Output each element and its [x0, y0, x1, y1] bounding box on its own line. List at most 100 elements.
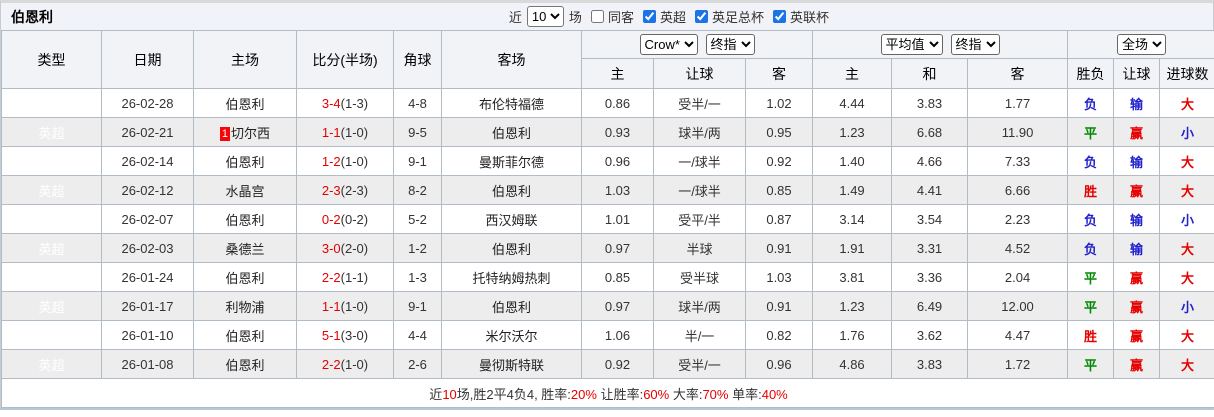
avg-away-cell: 7.33 [967, 146, 1069, 176]
avg-draw-cell: 3.83 [891, 349, 969, 379]
goals-result-cell: 大 [1159, 349, 1214, 379]
halftime-score: (2-0) [340, 240, 369, 256]
avg-away-cell: 1.77 [967, 88, 1069, 118]
avg-draw-cell: 4.66 [891, 146, 969, 176]
odds-home-cell: 0.86 [581, 88, 654, 118]
odds-away-cell: 0.96 [744, 349, 814, 379]
avg-home-cell: 1.23 [812, 291, 893, 321]
team-title: 伯恩利 [11, 8, 53, 25]
same-venue-label: 同客 [607, 10, 634, 25]
home-cell: 伯恩利 [193, 349, 297, 379]
away-cell: 托特纳姆热刺 [441, 262, 582, 292]
odds-handicap-cell: 半球 [653, 233, 746, 263]
away-team-name: 布伦特福德 [478, 96, 544, 112]
summary-bar: 近10场,胜2平4负4, 胜率:20% 让胜率:60% 大率:70% 单率:40… [0, 378, 1214, 408]
league-facup-checkbox[interactable] [694, 10, 708, 23]
goals-result-cell: 大 [1159, 262, 1214, 292]
outcome-cell: 负 [1067, 204, 1115, 234]
odds-away-cell: 1.02 [744, 88, 814, 118]
summary-segment: 20% [570, 386, 597, 402]
score-cell: 1-1(1-0) [296, 117, 394, 147]
odds-away-cell: 0.91 [744, 233, 814, 263]
goals-result-cell: 大 [1159, 146, 1214, 176]
league-facup-label: 英足总杯 [711, 10, 764, 25]
fulltime-score: 1-2 [321, 153, 341, 169]
date-cell: 26-02-28 [101, 88, 194, 118]
date-cell: 26-01-08 [101, 349, 194, 379]
home-cell: 桑德兰 [193, 233, 297, 263]
home-rank-badge: 1 [219, 126, 231, 141]
table-row: 英超 26-02-21 1 切尔西 1-1(1-0) 9-5 伯恩利 0.93 球… [1, 117, 1214, 147]
odds-handicap-cell: 一/球半 [653, 146, 746, 176]
bookmaker-select[interactable]: Crow* [639, 34, 698, 55]
league-epl-label: 英超 [659, 10, 686, 25]
away-team-name: 曼斯菲尔德 [478, 154, 544, 170]
avg-home-cell: 1.76 [812, 320, 893, 350]
away-team-name: 托特纳姆热刺 [472, 270, 551, 286]
away-cell: 布伦特福德 [441, 88, 582, 118]
avg-home-cell: 4.44 [812, 88, 893, 118]
avg-away-cell: 1.72 [967, 349, 1069, 379]
avg-draw-cell: 6.68 [891, 117, 969, 147]
score-cell: 3-4(1-3) [296, 88, 394, 118]
col-header-odds-handicap: 让球 [653, 58, 746, 89]
away-team-name: 曼彻斯特联 [478, 357, 544, 373]
league-epl-checkbox[interactable] [642, 10, 656, 23]
home-team-name: 伯恩利 [225, 212, 265, 228]
home-cell: 伯恩利 [193, 204, 297, 234]
league-eflcup-checkbox[interactable] [772, 10, 786, 23]
average-final-select[interactable]: 终指 [950, 34, 1000, 55]
col-header-away: 客场 [441, 30, 582, 89]
summary-segment: 70% [702, 386, 729, 402]
odds-handicap-cell: 球半/两 [653, 117, 746, 147]
date-cell: 26-02-12 [101, 175, 194, 205]
away-team-name: 伯恩利 [491, 183, 531, 199]
outcome-cell: 平 [1067, 291, 1115, 321]
home-team-name: 切尔西 [231, 125, 271, 141]
handicap-result-cell: 输 [1113, 146, 1161, 176]
away-cell: 伯恩利 [441, 233, 582, 263]
outcome-cell: 胜 [1067, 320, 1115, 350]
odds-away-cell: 0.82 [744, 320, 814, 350]
average-select[interactable]: 平均值 [880, 34, 943, 55]
date-cell: 26-01-10 [101, 320, 194, 350]
odds-home-cell: 0.93 [581, 117, 654, 147]
odds-home-cell: 0.97 [581, 291, 654, 321]
bookmaker-final-select[interactable]: 终指 [705, 34, 755, 55]
scope-select[interactable]: 全场 [1117, 34, 1167, 55]
odds-home-cell: 1.03 [581, 175, 654, 205]
league-cell: 英足总杯 [1, 146, 102, 176]
matches-label: 场 [568, 10, 582, 25]
table-row: 英超 26-02-03 桑德兰 3-0(2-0) 1-2 伯恩利 0.97 半球… [1, 233, 1214, 263]
fulltime-score: 3-4 [321, 95, 341, 111]
away-cell: 曼斯菲尔德 [441, 146, 582, 176]
table-row: 英超 26-01-17 利物浦 1-1(1-0) 9-1 伯恩利 0.97 球半… [1, 291, 1214, 321]
outcome-cell: 平 [1067, 117, 1115, 147]
home-cell: 水晶宫 [193, 175, 297, 205]
score-cell: 2-3(2-3) [296, 175, 394, 205]
away-team-name: 伯恩利 [491, 299, 531, 315]
handicap-result-cell: 赢 [1113, 262, 1161, 292]
corner-cell: 1-2 [393, 233, 442, 263]
avg-draw-cell: 3.31 [891, 233, 969, 263]
match-history-panel: 伯恩利 近 10 场 同客 英超 英足总杯 英联杯 类型 日期 主场 比分(半场… [0, 0, 1214, 410]
odds-away-cell: 0.85 [744, 175, 814, 205]
outcome-cell: 胜 [1067, 175, 1115, 205]
halftime-score: (1-0) [340, 153, 369, 169]
recent-count-select[interactable]: 10 [526, 6, 564, 27]
col-header-result-goals: 进球数 [1159, 58, 1214, 89]
odds-select-group: Crow* 终指 [580, 30, 814, 59]
home-cell: 伯恩利 [193, 146, 297, 176]
goals-result-cell: 大 [1159, 320, 1214, 350]
goals-result-cell: 大 [1159, 175, 1214, 205]
summary-segment: 让胜率: [596, 386, 644, 402]
col-header-odds-home: 主 [581, 58, 654, 89]
same-venue-checkbox[interactable] [590, 10, 604, 23]
summary-segment: 单率: [728, 386, 762, 402]
avg-home-cell: 3.81 [812, 262, 893, 292]
avg-away-cell: 6.66 [967, 175, 1069, 205]
top-bar: 伯恩利 近 10 场 同客 英超 英足总杯 英联杯 [1, 3, 1213, 30]
halftime-score: (1-3) [340, 95, 369, 111]
col-header-avg-home: 主 [812, 58, 893, 89]
match-table: 类型 日期 主场 比分(半场) 角球 客场 Crow* 终指 平均值 终指 全场… [0, 30, 1214, 408]
